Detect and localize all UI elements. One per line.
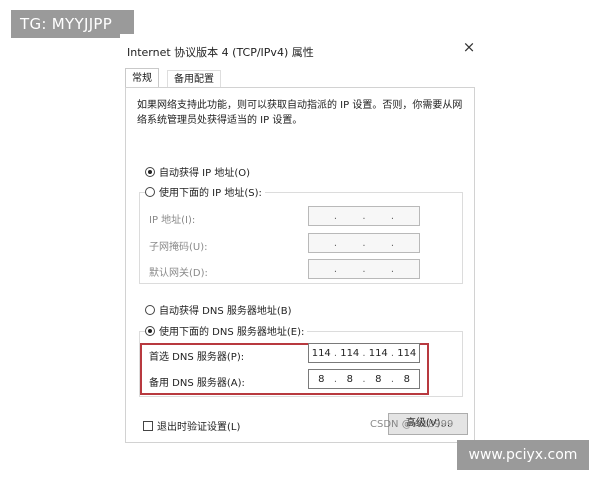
preferred-dns-field[interactable]: 114. 114. 114. 114	[308, 343, 420, 363]
alternate-dns-label: 备用 DNS 服务器(A):	[149, 378, 245, 389]
radio-selected-icon	[145, 325, 155, 336]
close-icon: ×	[462, 38, 476, 56]
auto-dns-radio[interactable]: 自动获得 DNS 服务器地址(B)	[145, 302, 292, 317]
radio-unselected-icon	[145, 304, 155, 315]
tab-general[interactable]: 常规	[125, 68, 159, 87]
manual-dns-radio[interactable]: 使用下面的 DNS 服务器地址(E):	[145, 323, 308, 338]
octet: 114	[397, 347, 417, 359]
ip-address-label: IP 地址(I):	[149, 215, 196, 226]
csdn-watermark: CSDN @W18999	[370, 419, 454, 430]
validate-settings-checkbox[interactable]: 退出时验证设置(L)	[143, 418, 240, 433]
close-button[interactable]: ×	[462, 39, 476, 55]
checkbox-icon	[143, 420, 153, 431]
subnet-mask-field[interactable]: ...	[308, 233, 420, 253]
auto-dns-label: 自动获得 DNS 服务器地址(B)	[159, 306, 292, 317]
general-panel: 如果网络支持此功能，则可以获取自动指派的 IP 设置。否则，你需要从网络系统管理…	[125, 87, 475, 443]
radio-unselected-icon	[145, 186, 155, 197]
description-text: 如果网络支持此功能，则可以获取自动指派的 IP 设置。否则，你需要从网络系统管理…	[137, 100, 463, 126]
manual-ip-radio[interactable]: 使用下面的 IP 地址(S):	[145, 184, 265, 199]
window-title: Internet 协议版本 4 (TCP/IPv4) 属性	[127, 46, 314, 59]
auto-ip-label: 自动获得 IP 地址(O)	[159, 168, 251, 179]
octet: 8	[318, 373, 325, 385]
octet: 8	[375, 373, 382, 385]
ipv4-properties-dialog: Internet 协议版本 4 (TCP/IPv4) 属性 × 常规 备用配置 …	[120, 34, 480, 446]
auto-ip-radio[interactable]: 自动获得 IP 地址(O)	[145, 164, 250, 179]
subnet-mask-label: 子网掩码(U):	[149, 242, 208, 253]
octet: 8	[346, 373, 353, 385]
tab-bar: 常规 备用配置	[125, 68, 475, 88]
octet: 114	[311, 347, 331, 359]
default-gateway-field[interactable]: ...	[308, 259, 420, 279]
octet: 114	[340, 347, 360, 359]
alternate-dns-field[interactable]: 8. 8. 8. 8	[308, 369, 420, 389]
octet: 114	[368, 347, 388, 359]
preferred-dns-label: 首选 DNS 服务器(P):	[149, 352, 245, 363]
site-watermark: www.pciyx.com	[457, 440, 589, 470]
ip-address-field[interactable]: ...	[308, 206, 420, 226]
telegram-watermark: TG: MYYJJPP	[11, 10, 134, 38]
radio-selected-icon	[145, 166, 155, 177]
manual-ip-label: 使用下面的 IP 地址(S):	[159, 188, 262, 199]
default-gateway-label: 默认网关(D):	[149, 268, 208, 279]
octet: 8	[403, 373, 410, 385]
validate-settings-label: 退出时验证设置(L)	[157, 422, 241, 433]
manual-dns-label: 使用下面的 DNS 服务器地址(E):	[159, 327, 305, 338]
tab-alternate-configuration[interactable]: 备用配置	[167, 70, 221, 87]
